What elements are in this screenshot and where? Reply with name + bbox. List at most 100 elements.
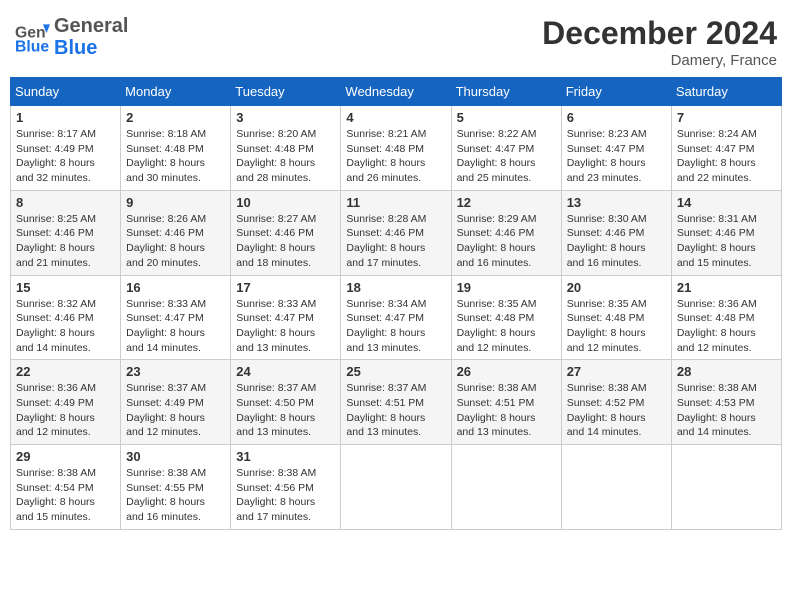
calendar-cell: 9 Sunrise: 8:26 AM Sunset: 4:46 PM Dayli… bbox=[121, 190, 231, 275]
calendar-cell: 26 Sunrise: 8:38 AM Sunset: 4:51 PM Dayl… bbox=[451, 360, 561, 445]
column-header-sunday: Sunday bbox=[11, 78, 121, 106]
column-header-monday: Monday bbox=[121, 78, 231, 106]
day-info: Sunrise: 8:35 AM Sunset: 4:48 PM Dayligh… bbox=[457, 297, 556, 356]
column-header-thursday: Thursday bbox=[451, 78, 561, 106]
calendar-cell: 6 Sunrise: 8:23 AM Sunset: 4:47 PM Dayli… bbox=[561, 106, 671, 191]
calendar-cell bbox=[341, 445, 451, 530]
day-number: 2 bbox=[126, 110, 225, 125]
day-number: 12 bbox=[457, 195, 556, 210]
day-info: Sunrise: 8:38 AM Sunset: 4:54 PM Dayligh… bbox=[16, 466, 115, 525]
day-info: Sunrise: 8:18 AM Sunset: 4:48 PM Dayligh… bbox=[126, 127, 225, 186]
day-info: Sunrise: 8:22 AM Sunset: 4:47 PM Dayligh… bbox=[457, 127, 556, 186]
calendar-week-5: 29 Sunrise: 8:38 AM Sunset: 4:54 PM Dayl… bbox=[11, 445, 782, 530]
calendar-cell: 17 Sunrise: 8:33 AM Sunset: 4:47 PM Dayl… bbox=[231, 275, 341, 360]
calendar-cell: 25 Sunrise: 8:37 AM Sunset: 4:51 PM Dayl… bbox=[341, 360, 451, 445]
calendar-cell: 14 Sunrise: 8:31 AM Sunset: 4:46 PM Dayl… bbox=[671, 190, 781, 275]
calendar-week-1: 1 Sunrise: 8:17 AM Sunset: 4:49 PM Dayli… bbox=[11, 106, 782, 191]
logo-general-text: General bbox=[54, 15, 128, 37]
day-number: 14 bbox=[677, 195, 776, 210]
calendar-table: SundayMondayTuesdayWednesdayThursdayFrid… bbox=[10, 77, 782, 530]
day-number: 27 bbox=[567, 364, 666, 379]
month-title: December 2024 bbox=[542, 15, 777, 52]
calendar-cell: 16 Sunrise: 8:33 AM Sunset: 4:47 PM Dayl… bbox=[121, 275, 231, 360]
day-number: 3 bbox=[236, 110, 335, 125]
svg-text:Blue: Blue bbox=[15, 38, 49, 55]
day-number: 25 bbox=[346, 364, 445, 379]
day-number: 16 bbox=[126, 280, 225, 295]
day-info: Sunrise: 8:26 AM Sunset: 4:46 PM Dayligh… bbox=[126, 212, 225, 271]
logo: Gen Blue General Blue bbox=[15, 15, 128, 59]
day-info: Sunrise: 8:38 AM Sunset: 4:56 PM Dayligh… bbox=[236, 466, 335, 525]
day-number: 30 bbox=[126, 449, 225, 464]
calendar-cell: 20 Sunrise: 8:35 AM Sunset: 4:48 PM Dayl… bbox=[561, 275, 671, 360]
calendar-cell: 8 Sunrise: 8:25 AM Sunset: 4:46 PM Dayli… bbox=[11, 190, 121, 275]
day-info: Sunrise: 8:17 AM Sunset: 4:49 PM Dayligh… bbox=[16, 127, 115, 186]
calendar-cell: 4 Sunrise: 8:21 AM Sunset: 4:48 PM Dayli… bbox=[341, 106, 451, 191]
day-number: 21 bbox=[677, 280, 776, 295]
day-info: Sunrise: 8:29 AM Sunset: 4:46 PM Dayligh… bbox=[457, 212, 556, 271]
day-info: Sunrise: 8:38 AM Sunset: 4:55 PM Dayligh… bbox=[126, 466, 225, 525]
day-number: 28 bbox=[677, 364, 776, 379]
day-info: Sunrise: 8:38 AM Sunset: 4:51 PM Dayligh… bbox=[457, 381, 556, 440]
day-info: Sunrise: 8:38 AM Sunset: 4:53 PM Dayligh… bbox=[677, 381, 776, 440]
day-info: Sunrise: 8:35 AM Sunset: 4:48 PM Dayligh… bbox=[567, 297, 666, 356]
calendar-cell: 13 Sunrise: 8:30 AM Sunset: 4:46 PM Dayl… bbox=[561, 190, 671, 275]
calendar-cell: 24 Sunrise: 8:37 AM Sunset: 4:50 PM Dayl… bbox=[231, 360, 341, 445]
day-info: Sunrise: 8:37 AM Sunset: 4:50 PM Dayligh… bbox=[236, 381, 335, 440]
day-info: Sunrise: 8:30 AM Sunset: 4:46 PM Dayligh… bbox=[567, 212, 666, 271]
day-info: Sunrise: 8:25 AM Sunset: 4:46 PM Dayligh… bbox=[16, 212, 115, 271]
calendar-cell: 3 Sunrise: 8:20 AM Sunset: 4:48 PM Dayli… bbox=[231, 106, 341, 191]
day-info: Sunrise: 8:37 AM Sunset: 4:51 PM Dayligh… bbox=[346, 381, 445, 440]
day-number: 31 bbox=[236, 449, 335, 464]
day-number: 23 bbox=[126, 364, 225, 379]
day-number: 26 bbox=[457, 364, 556, 379]
calendar-cell: 11 Sunrise: 8:28 AM Sunset: 4:46 PM Dayl… bbox=[341, 190, 451, 275]
calendar-cell: 18 Sunrise: 8:34 AM Sunset: 4:47 PM Dayl… bbox=[341, 275, 451, 360]
calendar-cell: 1 Sunrise: 8:17 AM Sunset: 4:49 PM Dayli… bbox=[11, 106, 121, 191]
day-info: Sunrise: 8:31 AM Sunset: 4:46 PM Dayligh… bbox=[677, 212, 776, 271]
day-number: 18 bbox=[346, 280, 445, 295]
day-info: Sunrise: 8:36 AM Sunset: 4:49 PM Dayligh… bbox=[16, 381, 115, 440]
column-header-saturday: Saturday bbox=[671, 78, 781, 106]
day-info: Sunrise: 8:20 AM Sunset: 4:48 PM Dayligh… bbox=[236, 127, 335, 186]
day-info: Sunrise: 8:23 AM Sunset: 4:47 PM Dayligh… bbox=[567, 127, 666, 186]
calendar-cell: 15 Sunrise: 8:32 AM Sunset: 4:46 PM Dayl… bbox=[11, 275, 121, 360]
day-number: 22 bbox=[16, 364, 115, 379]
day-number: 11 bbox=[346, 195, 445, 210]
column-header-tuesday: Tuesday bbox=[231, 78, 341, 106]
day-info: Sunrise: 8:21 AM Sunset: 4:48 PM Dayligh… bbox=[346, 127, 445, 186]
calendar-week-4: 22 Sunrise: 8:36 AM Sunset: 4:49 PM Dayl… bbox=[11, 360, 782, 445]
calendar-week-2: 8 Sunrise: 8:25 AM Sunset: 4:46 PM Dayli… bbox=[11, 190, 782, 275]
calendar-cell: 10 Sunrise: 8:27 AM Sunset: 4:46 PM Dayl… bbox=[231, 190, 341, 275]
day-number: 20 bbox=[567, 280, 666, 295]
column-header-friday: Friday bbox=[561, 78, 671, 106]
day-info: Sunrise: 8:37 AM Sunset: 4:49 PM Dayligh… bbox=[126, 381, 225, 440]
day-info: Sunrise: 8:27 AM Sunset: 4:46 PM Dayligh… bbox=[236, 212, 335, 271]
logo-icon: Gen Blue bbox=[15, 20, 50, 55]
calendar-cell: 23 Sunrise: 8:37 AM Sunset: 4:49 PM Dayl… bbox=[121, 360, 231, 445]
day-number: 10 bbox=[236, 195, 335, 210]
day-number: 1 bbox=[16, 110, 115, 125]
day-number: 7 bbox=[677, 110, 776, 125]
day-info: Sunrise: 8:33 AM Sunset: 4:47 PM Dayligh… bbox=[236, 297, 335, 356]
day-info: Sunrise: 8:34 AM Sunset: 4:47 PM Dayligh… bbox=[346, 297, 445, 356]
calendar-cell: 2 Sunrise: 8:18 AM Sunset: 4:48 PM Dayli… bbox=[121, 106, 231, 191]
day-number: 8 bbox=[16, 195, 115, 210]
page-header: Gen Blue General Blue December 2024 Dame… bbox=[10, 10, 782, 69]
calendar-cell: 7 Sunrise: 8:24 AM Sunset: 4:47 PM Dayli… bbox=[671, 106, 781, 191]
calendar-cell: 31 Sunrise: 8:38 AM Sunset: 4:56 PM Dayl… bbox=[231, 445, 341, 530]
calendar-cell bbox=[561, 445, 671, 530]
day-info: Sunrise: 8:24 AM Sunset: 4:47 PM Dayligh… bbox=[677, 127, 776, 186]
calendar-cell: 27 Sunrise: 8:38 AM Sunset: 4:52 PM Dayl… bbox=[561, 360, 671, 445]
day-info: Sunrise: 8:28 AM Sunset: 4:46 PM Dayligh… bbox=[346, 212, 445, 271]
calendar-cell: 28 Sunrise: 8:38 AM Sunset: 4:53 PM Dayl… bbox=[671, 360, 781, 445]
day-info: Sunrise: 8:33 AM Sunset: 4:47 PM Dayligh… bbox=[126, 297, 225, 356]
day-number: 29 bbox=[16, 449, 115, 464]
calendar-week-3: 15 Sunrise: 8:32 AM Sunset: 4:46 PM Dayl… bbox=[11, 275, 782, 360]
calendar-header-row: SundayMondayTuesdayWednesdayThursdayFrid… bbox=[11, 78, 782, 106]
column-header-wednesday: Wednesday bbox=[341, 78, 451, 106]
day-number: 15 bbox=[16, 280, 115, 295]
day-info: Sunrise: 8:32 AM Sunset: 4:46 PM Dayligh… bbox=[16, 297, 115, 356]
day-number: 19 bbox=[457, 280, 556, 295]
day-number: 4 bbox=[346, 110, 445, 125]
